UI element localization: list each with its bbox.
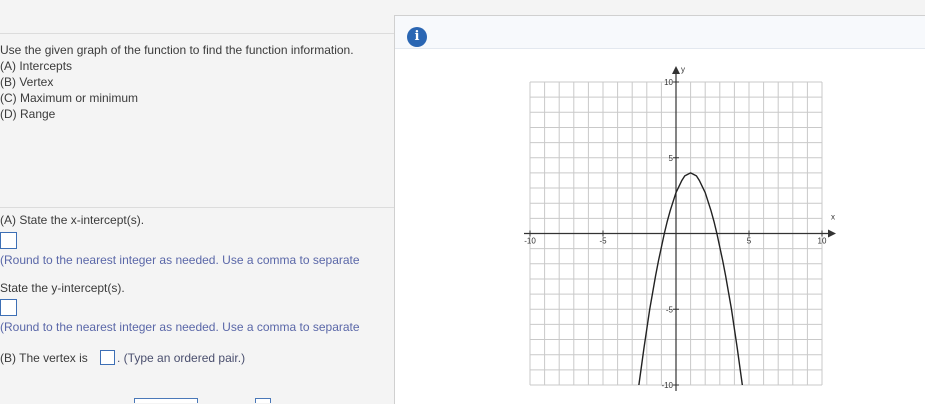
partial-dropdown[interactable] [134,398,198,403]
x-tick-label: -10 [524,237,536,246]
y-axis-arrow [672,66,680,74]
question-part-d: (D) Range [0,107,56,121]
partial-input[interactable] [255,398,271,403]
x-tick-label: 10 [818,237,827,246]
y-tick-label: 5 [669,154,674,163]
x-axis-label: x [831,213,835,222]
y-tick-label: 10 [664,78,673,87]
x-intercept-hint: (Round to the nearest integer as needed.… [0,253,360,267]
question-prompt: Use the given graph of the function to f… [0,43,354,57]
graph-axes [524,66,836,391]
vertex-input[interactable] [100,350,115,365]
question-part-a: (A) Intercepts [0,59,73,73]
x-tick-label: 5 [747,237,752,246]
question-part-c: (C) Maximum or minimum [0,91,138,105]
x-intercept-label: (A) State the x-intercept(s). [0,213,145,227]
top-divider [0,33,394,34]
y-intercept-hint: (Round to the nearest integer as needed.… [0,320,360,334]
y-intercept-input[interactable] [0,299,17,316]
vertex-label: (B) The vertex is [0,351,88,365]
y-tick-label: -5 [666,305,674,314]
function-graph: x y -10 -5 5 10 10 5 -5 -10 [524,65,836,391]
x-axis-arrow [828,229,836,238]
answer-divider [0,207,394,208]
question-part-b: (B) Vertex [0,75,54,89]
question-pane: Use the given graph of the function to f… [0,0,396,403]
y-intercept-label: State the y-intercept(s). [0,281,125,295]
y-axis-label: y [681,65,685,74]
x-intercept-input[interactable] [0,232,17,249]
y-tick-label: -10 [661,381,673,390]
vertex-hint: . (Type an ordered pair.) [117,351,246,365]
graph-tick-labels: x y -10 -5 5 10 10 5 -5 -10 [524,65,835,390]
graph-panel: i x y -10 -5 5 10 10 5 -5 -10 [394,15,925,404]
x-tick-label: -5 [599,237,607,246]
